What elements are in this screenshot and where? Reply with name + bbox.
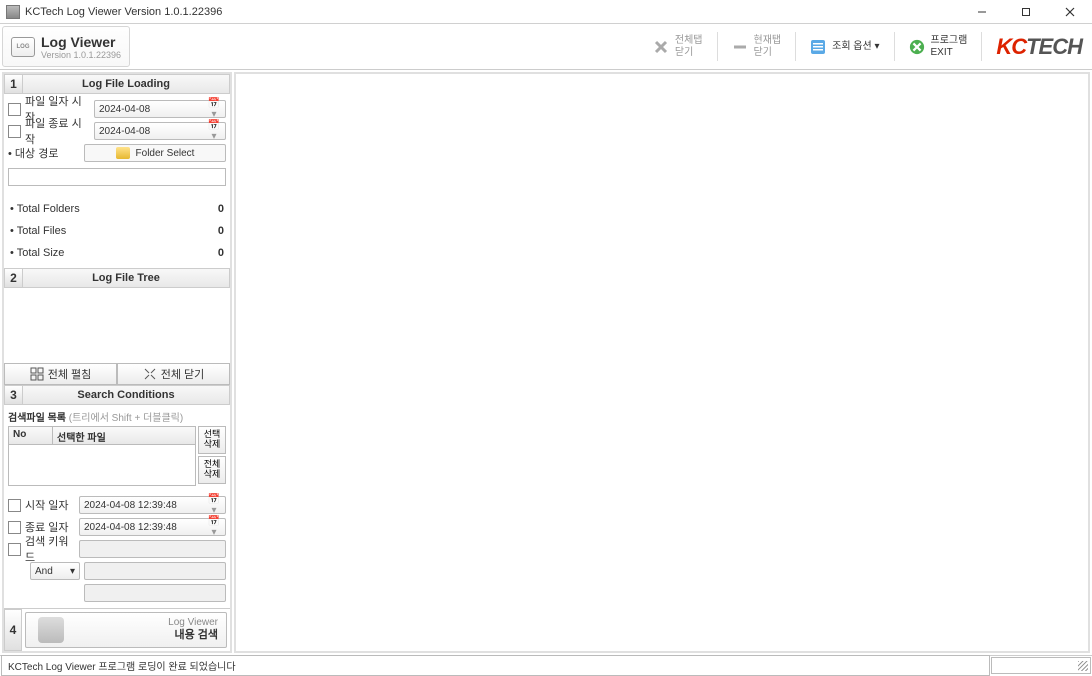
search-start-label: 시작 일자 xyxy=(25,497,75,513)
calendar-icon: 📅▾ xyxy=(207,516,221,538)
total-folders-label: Total Folders xyxy=(10,203,82,215)
search-end-checkbox[interactable] xyxy=(8,521,21,534)
collapse-all-button[interactable]: 전체 닫기 xyxy=(117,363,230,385)
total-size-value: 0 xyxy=(218,247,224,259)
close-current-tab-button[interactable]: 현재탭 닫기 xyxy=(724,26,790,67)
section-1-header: 1 Log File Loading xyxy=(4,74,230,94)
exit-button[interactable]: 프로그램 EXIT xyxy=(901,26,976,67)
keyword-input-1[interactable] xyxy=(79,540,226,558)
keyword-input-2[interactable] xyxy=(84,562,226,580)
folder-select-button[interactable]: Folder Select xyxy=(84,144,226,162)
search-start-input[interactable]: 2024-04-08 12:39:48📅▾ xyxy=(79,496,226,514)
sidebar: 1 Log File Loading 파일 일자 시작 2024-04-08📅▾… xyxy=(2,72,232,653)
expand-all-button[interactable]: 전체 펼침 xyxy=(4,363,117,385)
search-file-table[interactable]: No선택한 파일 xyxy=(8,426,196,486)
start-date-checkbox[interactable] xyxy=(8,103,21,116)
section-2-header: 2 Log File Tree xyxy=(4,268,230,288)
section-3-header: 3 Search Conditions xyxy=(4,385,230,405)
close-button[interactable] xyxy=(1048,0,1092,24)
titlebar: KCTech Log Viewer Version 1.0.1.22396 xyxy=(0,0,1092,24)
end-date-checkbox[interactable] xyxy=(8,125,21,138)
window-controls xyxy=(960,0,1092,24)
total-folders-value: 0 xyxy=(218,203,224,215)
minimize-button[interactable] xyxy=(960,0,1004,24)
app-icon xyxy=(6,5,20,19)
start-date-input[interactable]: 2024-04-08📅▾ xyxy=(94,100,226,118)
server-icon xyxy=(38,617,64,643)
brand-logo: KCTECH xyxy=(988,26,1090,67)
resize-grip[interactable] xyxy=(991,657,1091,674)
exit-icon xyxy=(909,39,925,55)
list-icon xyxy=(810,39,826,55)
ribbon: LOG Log Viewer Version 1.0.1.22396 전체탭 닫… xyxy=(0,24,1092,70)
log-icon: LOG xyxy=(11,37,35,57)
close-all-icon xyxy=(653,39,669,55)
path-label: 대상 경로 xyxy=(8,145,80,161)
main-area: 1 Log File Loading 파일 일자 시작 2024-04-08📅▾… xyxy=(0,70,1092,655)
collapse-icon xyxy=(143,367,157,381)
keyword-checkbox[interactable] xyxy=(8,543,21,556)
expand-icon xyxy=(30,367,44,381)
view-options-button[interactable]: 조회 옵션 ▾ xyxy=(802,26,887,67)
search-file-list-label: 검색파일 목록 (트리에서 Shift + 더블클릭) xyxy=(4,405,230,426)
total-size-label: Total Size xyxy=(10,247,82,259)
content-search-button[interactable]: Log Viewer내용 검색 xyxy=(25,612,227,648)
end-date-input[interactable]: 2024-04-08📅▾ xyxy=(94,122,226,140)
search-end-input[interactable]: 2024-04-08 12:39:48📅▾ xyxy=(79,518,226,536)
app-version: Version 1.0.1.22396 xyxy=(41,50,121,60)
total-files-label: Total Files xyxy=(10,225,82,237)
app-logo-box: LOG Log Viewer Version 1.0.1.22396 xyxy=(2,26,130,67)
minus-icon xyxy=(732,39,748,55)
keyword-label: 검색 키워드 xyxy=(25,533,75,565)
end-date-label: 파일 종료 시작 xyxy=(25,115,90,147)
status-message: KCTech Log Viewer 프로그램 로딩이 완료 되었습니다 xyxy=(1,655,990,676)
col-file: 선택한 파일 xyxy=(53,427,195,444)
delete-all-button[interactable]: 전체 삭제 xyxy=(198,456,226,484)
file-tree[interactable] xyxy=(4,288,230,363)
status-bar: KCTech Log Viewer 프로그램 로딩이 완료 되었습니다 xyxy=(0,655,1092,675)
calendar-icon: 📅▾ xyxy=(207,120,221,142)
col-no: No xyxy=(9,427,53,444)
close-all-tabs-button[interactable]: 전체탭 닫기 xyxy=(645,26,711,67)
maximize-button[interactable] xyxy=(1004,0,1048,24)
app-title: Log Viewer xyxy=(41,34,121,50)
calendar-icon: 📅▾ xyxy=(207,98,221,120)
delete-selected-button[interactable]: 선택 삭제 xyxy=(198,426,226,454)
total-files-value: 0 xyxy=(218,225,224,237)
logic-combo[interactable]: And▾ xyxy=(30,562,80,580)
path-display xyxy=(8,168,226,186)
window-title: KCTech Log Viewer Version 1.0.1.22396 xyxy=(25,6,222,18)
content-area xyxy=(234,72,1090,653)
section-4: 4 Log Viewer내용 검색 xyxy=(4,608,230,651)
search-start-checkbox[interactable] xyxy=(8,499,21,512)
calendar-icon: 📅▾ xyxy=(207,494,221,516)
keyword-input-3[interactable] xyxy=(84,584,226,602)
chevron-down-icon: ▾ xyxy=(70,566,75,577)
folder-icon xyxy=(116,147,130,159)
